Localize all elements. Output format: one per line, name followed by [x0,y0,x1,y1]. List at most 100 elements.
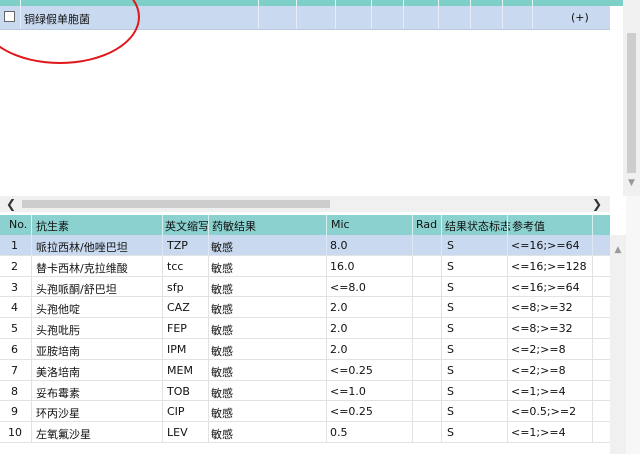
row-mic: <=8.0 [330,280,366,294]
row-ref: <=2;>=8 [511,363,566,377]
row-mic: 16.0 [330,259,355,273]
row-result: 敏感 [211,241,233,254]
row-result: 敏感 [211,303,233,317]
scroll-up-icon[interactable]: ▲ [610,245,626,255]
row-ref: <=8;>=32 [511,301,573,315]
window-right-edge [626,196,640,454]
row-antibiotic: 妥布霉素 [36,386,80,400]
row-ref: <=1;>=4 [511,426,566,440]
col-header-antibiotic[interactable]: 抗生素 [36,218,69,234]
organism-name: 铜绿假单胞菌 [24,13,90,26]
row-flag: S [447,239,454,252]
row-result: 敏感 [211,282,233,296]
row-flag: S [447,280,454,294]
row-mic: 0.5 [330,426,348,440]
organism-grid-vertical-scrollbar[interactable]: ▼ [623,0,640,196]
row-antibiotic: 替卡西林/克拉维酸 [36,261,128,275]
row-antibiotic: 左氧氟沙星 [36,428,91,442]
col-header-flag[interactable]: 结果状态标志 [445,218,511,234]
row-mic: 2.0 [330,342,348,356]
col-header-ref[interactable]: 参考值 [512,218,545,234]
row-ref: <=0.5;>=2 [511,405,577,419]
table-row[interactable]: 9 环丙沙星 CIP 敏感 <=0.25 S <=0.5;>=2 [0,401,610,423]
row-no: 9 [11,405,18,419]
antibiotic-grid-header: No. 抗生素 英文缩写 药敏结果 Mic Rad 结果状态标志 参考值 [0,215,610,235]
row-result: 敏感 [211,407,233,421]
row-antibiotic: 头孢他啶 [36,303,80,317]
organism-checkbox[interactable] [4,11,15,22]
antibiotic-grid: No. 抗生素 英文缩写 药敏结果 Mic Rad 结果状态标志 参考值 1 哌… [0,215,610,443]
row-antibiotic: 头孢吡肟 [36,324,80,338]
row-result: 敏感 [211,386,233,400]
row-result: 敏感 [211,365,233,379]
table-row[interactable]: 8 妥布霉素 TOB 敏感 <=1.0 S <=1;>=4 [0,380,610,402]
col-header-result[interactable]: 药敏结果 [212,218,256,234]
row-ref: <=2;>=8 [511,342,566,356]
row-no: 8 [11,384,18,398]
row-no: 10 [8,426,22,440]
table-row[interactable]: 6 亚胺培南 IPM 敏感 2.0 S <=2;>=8 [0,338,610,360]
row-antibiotic: 美洛培南 [36,365,80,379]
row-abbr: FEP [167,322,187,336]
row-flag: S [447,301,454,315]
row-no: 4 [11,301,18,315]
row-no: 1 [11,239,18,252]
table-row[interactable]: 2 替卡西林/克拉维酸 tcc 敏感 16.0 S <=16;>=128 [0,255,610,277]
row-mic: <=0.25 [330,405,373,419]
row-antibiotic: 亚胺培南 [36,344,80,358]
table-row[interactable]: 7 美洛培南 MEM 敏感 <=0.25 S <=2;>=8 [0,359,610,381]
row-flag: S [447,363,454,377]
row-antibiotic: 头孢哌酮/舒巴坦 [36,282,117,296]
scroll-left-icon[interactable]: ❮ [6,197,16,211]
table-row[interactable]: 5 头孢吡肟 FEP 敏感 2.0 S <=8;>=32 [0,318,610,339]
row-abbr: TOB [167,384,190,398]
row-mic: 2.0 [330,301,348,315]
organism-grid: 铜绿假单胞菌 (+) [0,0,640,196]
row-mic: 8.0 [330,239,348,252]
row-mic: 2.0 [330,322,348,336]
table-row[interactable]: 1 哌拉西林/他唑巴坦 TZP 敏感 8.0 S <=16;>=64 [0,235,610,256]
horizontal-scrollbar-thumb[interactable] [22,200,330,208]
row-flag: S [447,259,454,273]
col-header-rad[interactable]: Rad [416,218,437,231]
expand-plus-button[interactable]: (+) [571,11,589,24]
row-mic: <=1.0 [330,384,366,398]
organism-row[interactable]: 铜绿假单胞菌 (+) [0,6,610,30]
row-no: 3 [11,280,18,294]
row-abbr: MEM [167,363,193,377]
scrollbar-thumb[interactable] [627,33,636,173]
row-flag: S [447,405,454,419]
row-ref: <=16;>=128 [511,259,587,273]
row-flag: S [447,322,454,336]
row-ref: <=16;>=64 [511,239,580,252]
table-row[interactable]: 4 头孢他啶 CAZ 敏感 2.0 S <=8;>=32 [0,297,610,319]
table-row[interactable]: 10 左氧氟沙星 LEV 敏感 0.5 S <=1;>=4 [0,422,610,443]
antibiotic-grid-vertical-scrollbar[interactable]: ▲ [610,235,626,454]
row-abbr: LEV [167,426,188,440]
row-ref: <=16;>=64 [511,280,580,294]
row-no: 7 [11,363,18,377]
row-no: 2 [11,259,18,273]
col-header-no[interactable]: No. [9,218,27,231]
row-result: 敏感 [211,261,233,275]
row-result: 敏感 [211,428,233,442]
row-abbr: sfp [167,280,184,294]
row-flag: S [447,384,454,398]
horizontal-scrollbar[interactable]: ❮ ❯ [0,196,610,212]
table-row[interactable]: 3 头孢哌酮/舒巴坦 sfp 敏感 <=8.0 S <=16;>=64 [0,276,610,298]
scroll-down-icon[interactable]: ▼ [623,178,640,188]
col-header-mic[interactable]: Mic [331,218,350,231]
row-abbr: CIP [167,405,185,419]
scroll-right-icon[interactable]: ❯ [592,197,602,211]
row-abbr: CAZ [167,301,190,315]
row-antibiotic: 环丙沙星 [36,407,80,421]
row-antibiotic: 哌拉西林/他唑巴坦 [36,241,128,254]
row-abbr: tcc [167,259,184,273]
row-abbr: TZP [167,239,188,252]
row-no: 6 [11,342,18,356]
row-ref: <=8;>=32 [511,322,573,336]
row-no: 5 [11,322,18,336]
row-abbr: IPM [167,342,187,356]
row-mic: <=0.25 [330,363,373,377]
col-header-abbr[interactable]: 英文缩写 [165,218,209,234]
